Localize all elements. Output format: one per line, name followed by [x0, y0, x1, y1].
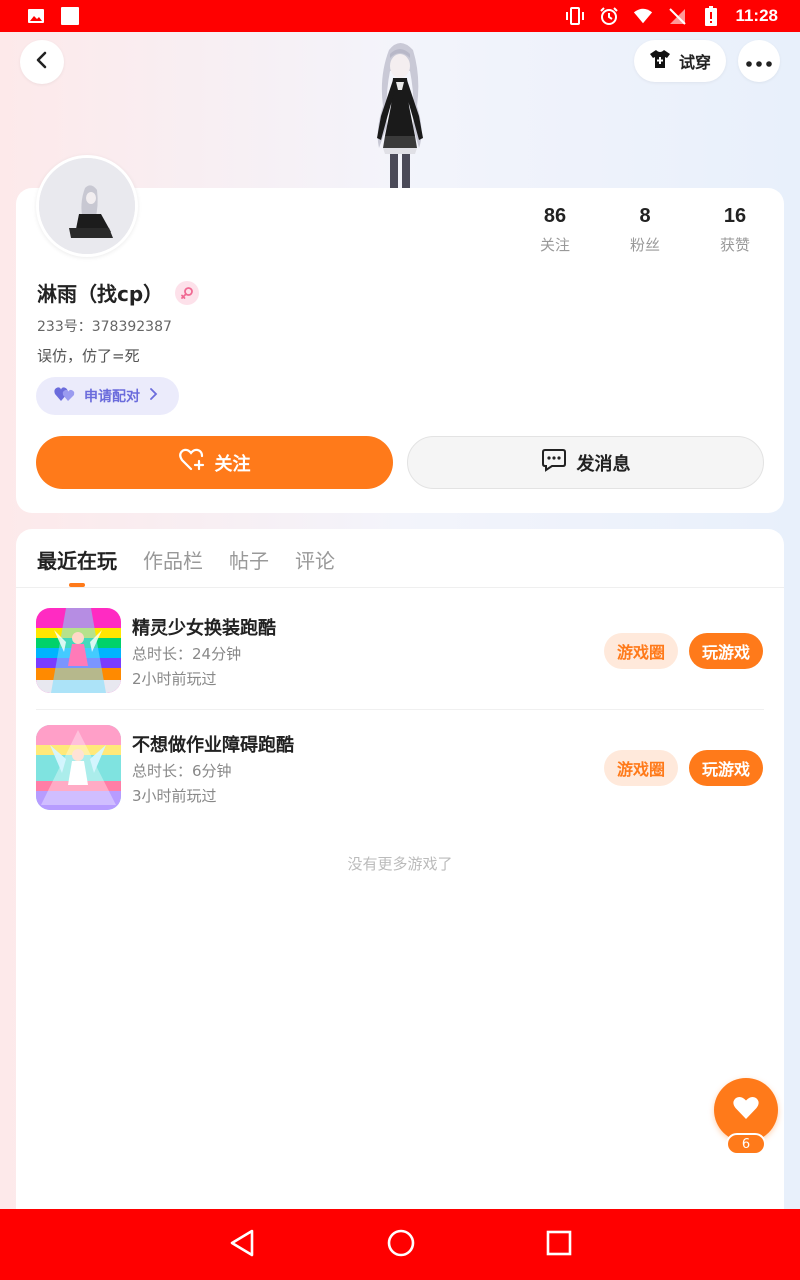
avatar-figure — [355, 36, 445, 188]
image-icon — [26, 6, 46, 26]
tab-divider — [16, 587, 784, 588]
game-row[interactable]: 不想做作业障碍跑酷 总时长：6分钟 3小时前玩过 游戏圈 玩游戏 — [36, 725, 764, 811]
game-icon[interactable] — [36, 608, 121, 693]
like-count: 6 — [726, 1133, 766, 1155]
apply-pair-label: 申请配对 — [84, 389, 140, 405]
heart-plus-icon — [178, 448, 205, 477]
avatar[interactable] — [36, 155, 138, 257]
stat-label: 粉丝 — [629, 236, 660, 254]
no-more-games-text: 没有更多游戏了 — [347, 855, 453, 873]
chevron-right-icon — [148, 388, 158, 404]
bio: 误仿，仿了=死 — [37, 347, 140, 365]
apply-pair-button[interactable]: 申请配对 — [36, 377, 179, 415]
send-message-label: 发消息 — [576, 453, 631, 475]
tab-recently-played[interactable]: 最近在玩 — [37, 545, 117, 574]
send-message-button[interactable]: 发消息 — [407, 436, 764, 489]
status-time: 11:28 — [735, 6, 778, 25]
stat-following[interactable]: 86 关注 — [510, 205, 600, 255]
more-icon — [746, 52, 772, 71]
battery-icon — [701, 6, 721, 26]
tab-posts[interactable]: 帖子 — [229, 545, 269, 574]
chat-icon — [541, 448, 567, 477]
stat-value: 16 — [723, 205, 747, 227]
try-on-button[interactable]: 试穿 — [634, 40, 726, 82]
game-last-played: 3小时前玩过 — [132, 787, 217, 805]
username: 淋雨（找cp） — [37, 282, 164, 306]
game-duration: 总时长：24分钟 — [132, 645, 242, 663]
follow-button[interactable]: 关注 — [36, 436, 393, 489]
tab-comments[interactable]: 评论 — [295, 545, 335, 574]
profile-stats: 86 关注 8 粉丝 16 获赞 — [510, 205, 780, 255]
back-icon — [32, 50, 52, 74]
shirt-icon — [649, 49, 671, 73]
tab-works[interactable]: 作品栏 — [143, 545, 203, 574]
stat-fans[interactable]: 8 粉丝 — [600, 205, 690, 255]
play-game-button[interactable]: 玩游戏 — [689, 750, 763, 786]
game-row[interactable]: 精灵少女换装跑酷 总时长：24分钟 2小时前玩过 游戏圈 玩游戏 — [36, 608, 764, 694]
nav-back-icon[interactable] — [228, 1228, 256, 1262]
game-circle-button[interactable]: 游戏圈 — [604, 750, 678, 786]
no-sim-icon — [667, 6, 687, 26]
game-icon[interactable] — [36, 725, 121, 810]
navigation-bar — [0, 1209, 800, 1280]
heart-icon — [732, 1095, 760, 1125]
square-icon — [60, 6, 80, 26]
stat-value: 8 — [639, 205, 651, 227]
wifi-icon — [633, 6, 653, 26]
game-duration: 总时长：6分钟 — [132, 762, 232, 780]
try-on-label: 试穿 — [678, 53, 711, 72]
vibrate-icon — [565, 6, 585, 26]
status-bar: 11:28 — [0, 0, 800, 32]
stat-label: 关注 — [539, 236, 570, 254]
tab-bar: 最近在玩 作品栏 帖子 评论 — [37, 545, 335, 574]
stat-label: 获赞 — [719, 236, 750, 254]
more-button[interactable] — [738, 40, 780, 82]
back-button[interactable] — [20, 40, 64, 84]
game-title: 不想做作业障碍跑酷 — [132, 735, 294, 756]
pair-hearts-icon — [54, 386, 76, 406]
stat-value: 86 — [543, 205, 567, 227]
alarm-icon — [599, 6, 619, 26]
row-divider — [36, 709, 764, 710]
game-circle-button[interactable]: 游戏圈 — [604, 633, 678, 669]
username-row: 淋雨（找cp） — [37, 278, 200, 307]
game-title: 精灵少女换装跑酷 — [132, 618, 276, 639]
stat-likes[interactable]: 16 获赞 — [690, 205, 780, 255]
female-icon — [175, 280, 200, 305]
game-last-played: 2小时前玩过 — [132, 670, 217, 688]
nav-recents-icon[interactable] — [546, 1230, 572, 1260]
user-id: 233号：378392387 — [37, 319, 172, 335]
play-game-button[interactable]: 玩游戏 — [689, 633, 763, 669]
follow-label: 关注 — [214, 453, 251, 475]
nav-home-icon[interactable] — [386, 1228, 416, 1262]
